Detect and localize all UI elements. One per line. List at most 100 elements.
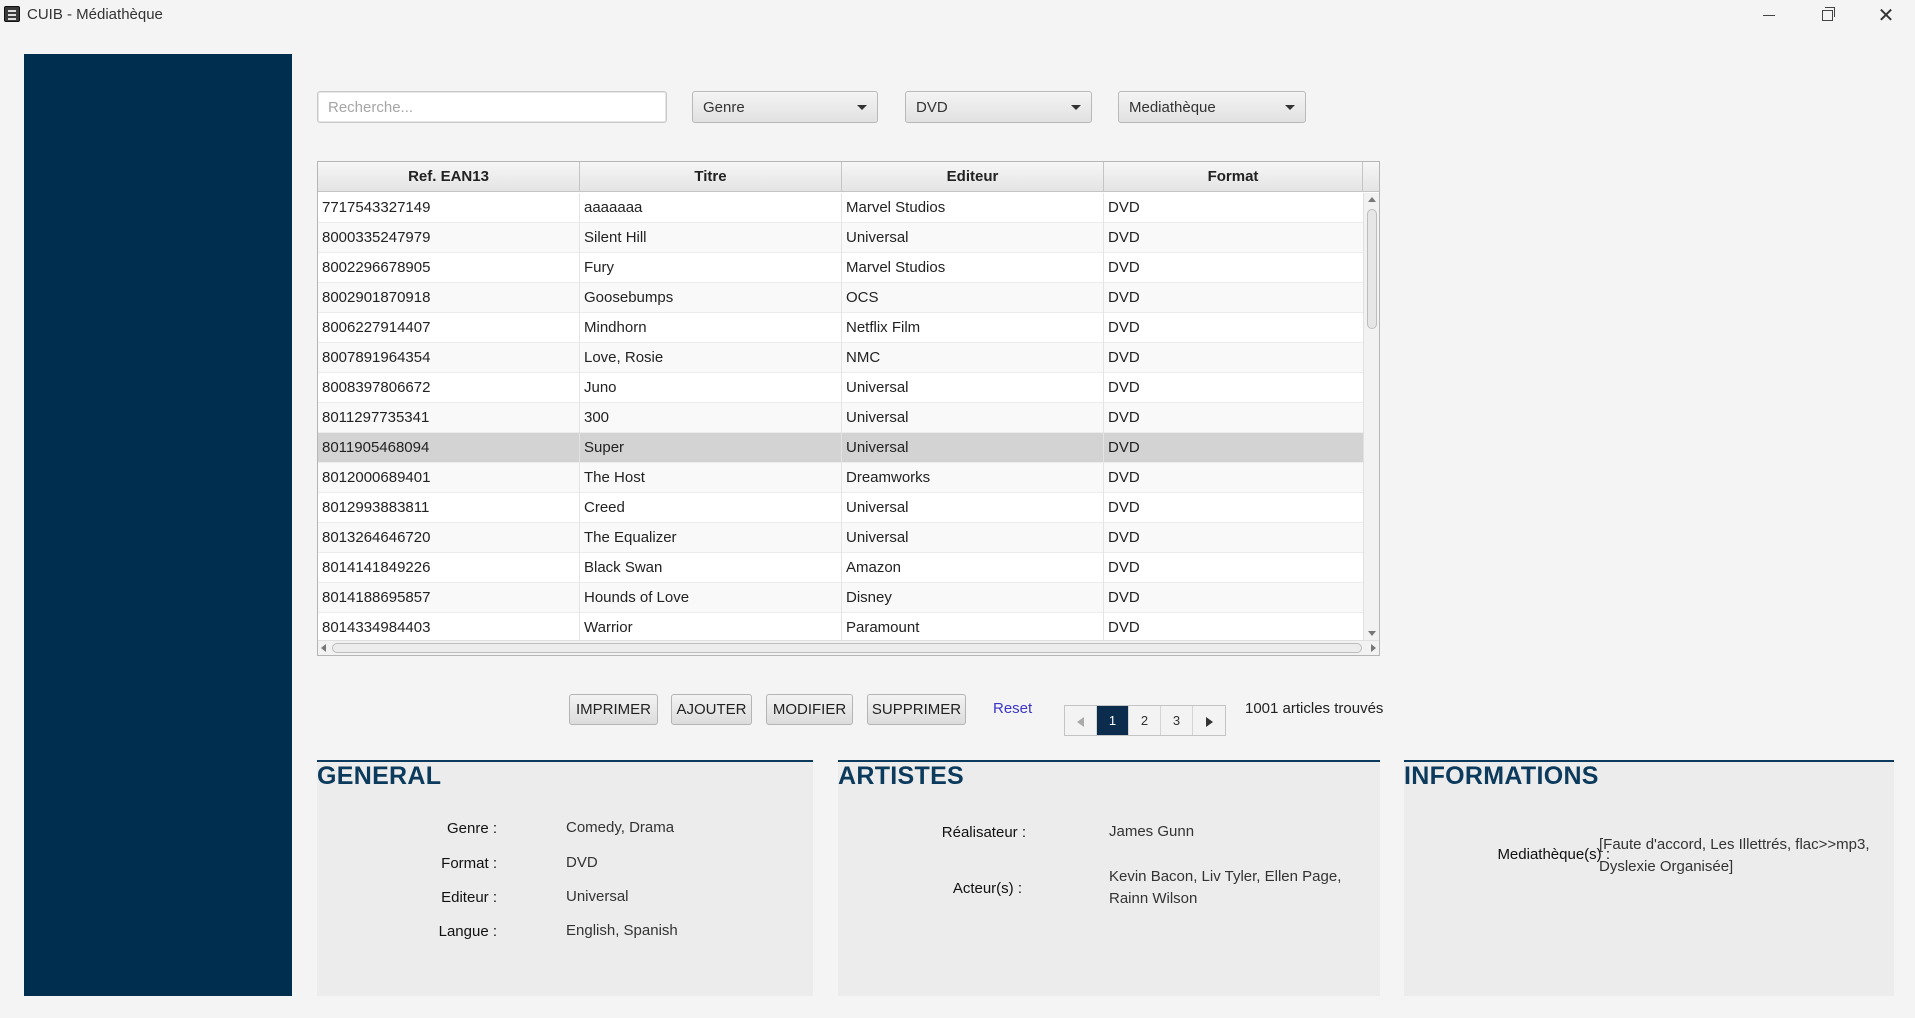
table-row[interactable]: 8000335247979 Silent Hill Universal DVD <box>318 223 1363 253</box>
table-row[interactable]: 8012993883811 Creed Universal DVD <box>318 493 1363 523</box>
cell-ref: 8006227914407 <box>318 313 580 343</box>
cell-titre: Mindhorn <box>580 313 842 343</box>
genre-value: Comedy, Drama <box>566 819 675 836</box>
cell-editeur: Dreamworks <box>842 463 1104 493</box>
table-row[interactable]: 8011905468094 Super Universal DVD <box>318 433 1363 463</box>
langue-value: English, Spanish <box>566 922 678 939</box>
cell-editeur: Universal <box>842 433 1104 463</box>
cell-titre: 300 <box>580 403 842 433</box>
cell-titre: Silent Hill <box>580 223 842 253</box>
cell-format: DVD <box>1108 379 1140 396</box>
cell-format: DVD <box>1108 589 1140 606</box>
page-button-3[interactable]: 3 <box>1161 706 1193 735</box>
cell-editeur: Universal <box>842 493 1104 523</box>
column-header-format[interactable]: Format <box>1104 162 1363 192</box>
cell-format: DVD <box>1108 199 1140 216</box>
langue-label: Langue : <box>438 923 497 940</box>
cell-format: DVD <box>1108 319 1140 336</box>
cell-format: DVD <box>1108 619 1140 636</box>
cell-ref: 8002901870918 <box>318 283 580 313</box>
cell-ref: 8002296678905 <box>318 253 580 283</box>
minimize-button[interactable] <box>1740 0 1798 30</box>
cell-editeur: Amazon <box>842 553 1104 583</box>
horizontal-scrollbar[interactable] <box>318 640 1379 655</box>
cell-titre: Goosebumps <box>580 283 842 313</box>
table-row[interactable]: 8002901870918 Goosebumps OCS DVD <box>318 283 1363 313</box>
title-bar: CUIB - Médiathèque ✕ <box>0 0 1915 30</box>
cell-format: DVD <box>1108 259 1140 276</box>
close-button[interactable]: ✕ <box>1857 0 1915 30</box>
cell-ref: 8007891964354 <box>318 343 580 373</box>
scroll-up-icon[interactable] <box>1368 197 1376 202</box>
editeur-value: Universal <box>566 888 629 905</box>
general-panel: GENERAL Genre : Comedy, Drama Format : D… <box>317 760 813 996</box>
acteurs-label: Acteur(s) : <box>952 880 1022 897</box>
print-button[interactable]: IMPRIMER <box>569 694 658 725</box>
cell-titre: Juno <box>580 373 842 403</box>
results-count: 1001 articles trouvés <box>1245 700 1384 717</box>
cell-editeur: Universal <box>842 523 1104 553</box>
genre-select[interactable]: Genre <box>692 91 878 123</box>
table-row[interactable]: 8007891964354 Love, Rosie NMC DVD <box>318 343 1363 373</box>
prev-page-button[interactable] <box>1065 706 1097 735</box>
table-row[interactable]: 8013264646720 The Equalizer Universal DVD <box>318 523 1363 553</box>
editeur-label: Editeur : <box>441 889 497 906</box>
realisateur-label: Réalisateur : <box>941 824 1026 841</box>
informations-title: INFORMATIONS <box>1404 762 1599 790</box>
search-input[interactable] <box>317 91 667 123</box>
cell-titre: The Equalizer <box>580 523 842 553</box>
reset-link[interactable]: Reset <box>993 700 1032 717</box>
table-row[interactable]: 7717543327149 aaaaaaa Marvel Studios DVD <box>318 193 1363 223</box>
cell-editeur: Paramount <box>842 613 1104 640</box>
chevron-right-icon <box>1205 716 1213 727</box>
table-row[interactable]: 8011297735341 300 Universal DVD <box>318 403 1363 433</box>
table-row[interactable]: 8014141849226 Black Swan Amazon DVD <box>318 553 1363 583</box>
cell-ref: 8014141849226 <box>318 553 580 583</box>
acteurs-value-line1: Kevin Bacon, Liv Tyler, Ellen Page, <box>1109 868 1342 885</box>
cell-ref: 8013264646720 <box>318 523 580 553</box>
scroll-down-icon[interactable] <box>1368 631 1376 636</box>
cell-format: DVD <box>1108 529 1140 546</box>
maximize-button[interactable] <box>1798 0 1856 30</box>
delete-button[interactable]: SUPPRIMER <box>867 694 966 725</box>
close-icon: ✕ <box>1877 4 1895 27</box>
table-row[interactable]: 8008397806672 Juno Universal DVD <box>318 373 1363 403</box>
chevron-left-icon <box>1077 716 1084 727</box>
cell-format: DVD <box>1108 349 1140 366</box>
table-row[interactable]: 8014188695857 Hounds of Love Disney DVD <box>318 583 1363 613</box>
page-button-2[interactable]: 2 <box>1129 706 1161 735</box>
artistes-title: ARTISTES <box>838 762 965 790</box>
table-row[interactable]: 8006227914407 Mindhorn Netflix Film DVD <box>318 313 1363 343</box>
page-button-1[interactable]: 1 <box>1097 706 1129 735</box>
edit-button[interactable]: MODIFIER <box>766 694 853 725</box>
cell-ref: 8012000689401 <box>318 463 580 493</box>
cell-titre: Love, Rosie <box>580 343 842 373</box>
mediatheques-value-line1: [Faute d'accord, Les Illettrés, flac>>mp… <box>1599 836 1870 853</box>
table-row[interactable]: 8014334984403 Warrior Paramount DVD <box>318 613 1363 640</box>
realisateur-value: James Gunn <box>1109 823 1195 840</box>
table-row[interactable]: 8002296678905 Fury Marvel Studios DVD <box>318 253 1363 283</box>
format-label: Format : <box>441 855 497 872</box>
format-value: DVD <box>566 854 598 871</box>
add-button[interactable]: AJOUTER <box>671 694 752 725</box>
cell-titre: Creed <box>580 493 842 523</box>
scroll-thumb[interactable] <box>1367 209 1377 329</box>
scroll-left-icon[interactable] <box>321 644 326 652</box>
mediatheque-select[interactable]: Mediathèque <box>1118 91 1306 123</box>
vertical-scrollbar[interactable] <box>1363 193 1379 640</box>
next-page-button[interactable] <box>1193 706 1225 735</box>
chevron-down-icon <box>1071 105 1081 110</box>
cell-ref: 8011905468094 <box>318 433 580 463</box>
cell-editeur: OCS <box>842 283 1104 313</box>
scroll-thumb-horizontal[interactable] <box>332 643 1362 653</box>
format-select[interactable]: DVD <box>905 91 1092 123</box>
mediatheques-label: Mediathèque(s) : <box>1497 846 1610 863</box>
header-corner <box>1363 162 1379 192</box>
scroll-right-icon[interactable] <box>1371 644 1376 652</box>
column-header-titre[interactable]: Titre <box>580 162 842 192</box>
acteurs-value-line2: Rainn Wilson <box>1109 890 1198 907</box>
table-body: 7717543327149 aaaaaaa Marvel Studios DVD 800… <box>318 193 1363 640</box>
column-header-editeur[interactable]: Editeur <box>842 162 1104 192</box>
table-row[interactable]: 8012000689401 The Host Dreamworks DVD <box>318 463 1363 493</box>
column-header-ref[interactable]: Ref. EAN13 <box>318 162 580 192</box>
